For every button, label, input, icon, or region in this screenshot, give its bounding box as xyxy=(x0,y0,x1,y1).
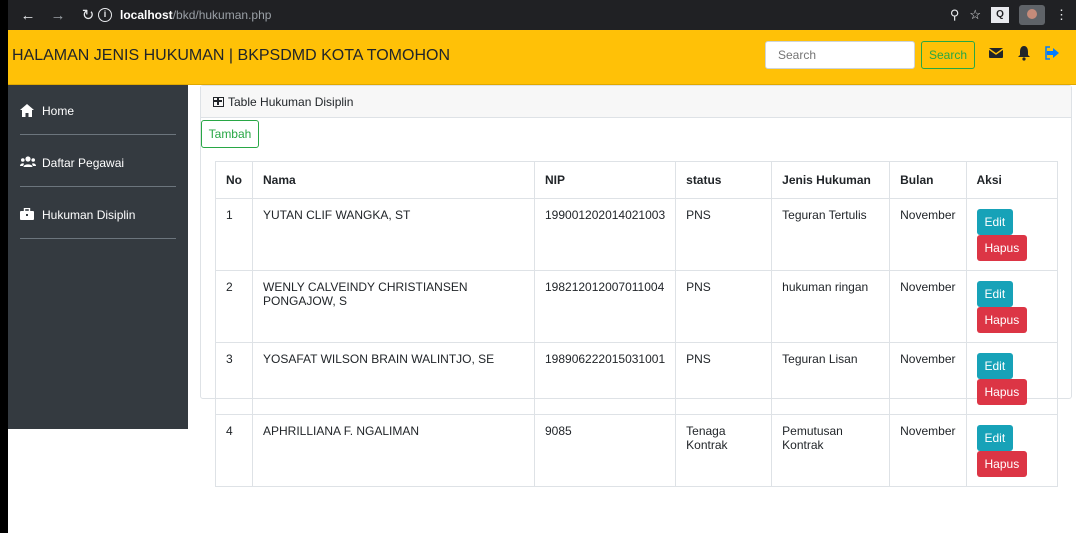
add-button[interactable]: Tambah xyxy=(201,120,259,148)
table-row: 3 YOSAFAT WILSON BRAIN WALINTJO, SE 1989… xyxy=(215,342,1058,415)
search-input[interactable] xyxy=(765,41,915,69)
cell-bulan: November xyxy=(889,414,967,487)
cell-aksi: EditHapus xyxy=(965,198,1058,271)
sidebar-divider xyxy=(20,238,176,239)
sidebar-divider xyxy=(20,134,176,135)
cell-aksi: EditHapus xyxy=(965,414,1058,487)
navbar-brand[interactable]: HALAMAN JENIS HUKUMAN | BKPSDMD KOTA TOM… xyxy=(12,47,450,65)
column-header-nama: Nama xyxy=(252,161,535,199)
cell-bulan: November xyxy=(889,198,967,271)
cell-jenis-hukuman: Teguran Lisan xyxy=(771,342,891,415)
cell-status: Tenaga Kontrak xyxy=(675,414,773,487)
home-icon xyxy=(20,104,36,118)
cell-nama: WENLY CALVEINDY CHRISTIANSEN PONGAJOW, S xyxy=(252,270,535,343)
cell-nama: YUTAN CLIF WANGKA, ST xyxy=(252,198,535,271)
cell-no: 3 xyxy=(215,342,253,415)
briefcase-icon xyxy=(20,207,36,222)
cell-status: PNS xyxy=(675,198,773,271)
column-header-jenis-hukuman: Jenis Hukuman xyxy=(771,161,891,199)
cell-jenis-hukuman: Teguran Tertulis xyxy=(771,198,891,271)
cell-bulan: November xyxy=(889,342,967,415)
column-header-status: status xyxy=(675,161,773,199)
cell-nama: APHRILLIANA F. NGALIMAN xyxy=(252,414,535,487)
logout-icon[interactable] xyxy=(1044,45,1060,61)
cell-status: PNS xyxy=(675,270,773,343)
users-icon xyxy=(20,156,36,170)
browser-toolbar: ← → ↻ i localhost/bkd/hukuman.php ⚲ ☆ Q … xyxy=(8,0,1076,30)
table-icon xyxy=(213,97,224,107)
cell-no: 1 xyxy=(215,198,253,271)
sidebar-item-daftar-pegawai[interactable]: Daftar Pegawai xyxy=(20,137,176,189)
hukuman-table: No Nama NIP status Jenis Hukuman Bulan A… xyxy=(215,161,1058,487)
sidebar-divider xyxy=(20,186,176,187)
edit-button[interactable]: Edit xyxy=(976,353,1014,379)
bell-icon[interactable] xyxy=(1016,45,1032,61)
table-card: Table Hukuman Disiplin Tambah No Nama NI… xyxy=(200,85,1072,487)
delete-button[interactable]: Hapus xyxy=(976,379,1028,405)
cell-no: 4 xyxy=(215,414,253,487)
cell-nip: 198906222015031001 xyxy=(533,342,677,415)
cell-no: 2 xyxy=(215,270,253,343)
reload-icon[interactable]: ↻ xyxy=(78,6,98,24)
cell-jenis-hukuman: hukuman ringan xyxy=(771,270,891,343)
delete-button[interactable]: Hapus xyxy=(976,235,1028,261)
kebab-menu-icon[interactable]: ⋮ xyxy=(1055,7,1068,23)
table-row: 1 YUTAN CLIF WANGKA, ST 1990012020140210… xyxy=(215,198,1058,271)
sidebar-item-label: Hukuman Disiplin xyxy=(42,208,136,222)
column-header-bulan: Bulan xyxy=(889,161,967,199)
profile-avatar-icon[interactable] xyxy=(1019,5,1045,25)
cell-status: PNS xyxy=(675,342,773,415)
cell-nip: 199001202014021003 xyxy=(533,198,677,271)
address-bar[interactable]: i localhost/bkd/hukuman.php xyxy=(98,3,978,27)
column-header-nip: NIP xyxy=(533,161,677,199)
edit-button[interactable]: Edit xyxy=(976,281,1014,307)
table-row: 2 WENLY CALVEINDY CHRISTIANSEN PONGAJOW,… xyxy=(215,270,1058,343)
sidebar-item-hukuman-disiplin[interactable]: Hukuman Disiplin xyxy=(20,189,176,241)
cell-bulan: November xyxy=(889,270,967,343)
table-container: No Nama NIP status Jenis Hukuman Bulan A… xyxy=(215,161,1058,487)
sidebar: Home Daftar Pegawai Hukuman Disiplin xyxy=(8,85,188,429)
extension-icon[interactable]: Q xyxy=(991,7,1009,23)
sidebar-item-home[interactable]: Home xyxy=(20,85,176,137)
sidebar-item-label: Daftar Pegawai xyxy=(42,156,125,170)
column-header-no: No xyxy=(215,161,253,199)
table-header-row: No Nama NIP status Jenis Hukuman Bulan A… xyxy=(215,161,1058,199)
delete-button[interactable]: Hapus xyxy=(976,451,1028,477)
back-arrow-icon[interactable]: ← xyxy=(18,7,38,24)
table-row: 4 APHRILLIANA F. NGALIMAN 9085 Tenaga Ko… xyxy=(215,414,1058,487)
sidebar-item-label: Home xyxy=(42,104,75,118)
cell-nip: 9085 xyxy=(533,414,677,487)
cell-aksi: EditHapus xyxy=(965,342,1058,415)
search-button[interactable]: Search xyxy=(921,41,975,69)
cell-aksi: EditHapus xyxy=(965,270,1058,343)
cell-nama: YOSAFAT WILSON BRAIN WALINTJO, SE xyxy=(252,342,535,415)
edit-button[interactable]: Edit xyxy=(976,425,1014,451)
url-path: /bkd/hukuman.php xyxy=(172,8,272,22)
cell-jenis-hukuman: Pemutusan Kontrak xyxy=(771,414,891,487)
card-header: Table Hukuman Disiplin xyxy=(201,86,1071,118)
zoom-icon[interactable]: ⚲ xyxy=(950,7,960,23)
cell-nip: 198212012007011004 xyxy=(533,270,677,343)
url-host: localhost xyxy=(120,8,173,22)
info-icon[interactable]: i xyxy=(98,8,112,22)
top-navbar: HALAMAN JENIS HUKUMAN | BKPSDMD KOTA TOM… xyxy=(8,30,1076,85)
delete-button[interactable]: Hapus xyxy=(976,307,1028,333)
page-frame: ← → ↻ i localhost/bkd/hukuman.php ⚲ ☆ Q … xyxy=(0,0,1076,533)
bookmark-star-icon[interactable]: ☆ xyxy=(969,7,981,23)
card-title: Table Hukuman Disiplin xyxy=(228,95,354,109)
forward-arrow-icon[interactable]: → xyxy=(48,7,68,24)
envelope-icon[interactable] xyxy=(988,45,1004,61)
edit-button[interactable]: Edit xyxy=(976,209,1014,235)
column-header-aksi: Aksi xyxy=(965,161,1058,199)
